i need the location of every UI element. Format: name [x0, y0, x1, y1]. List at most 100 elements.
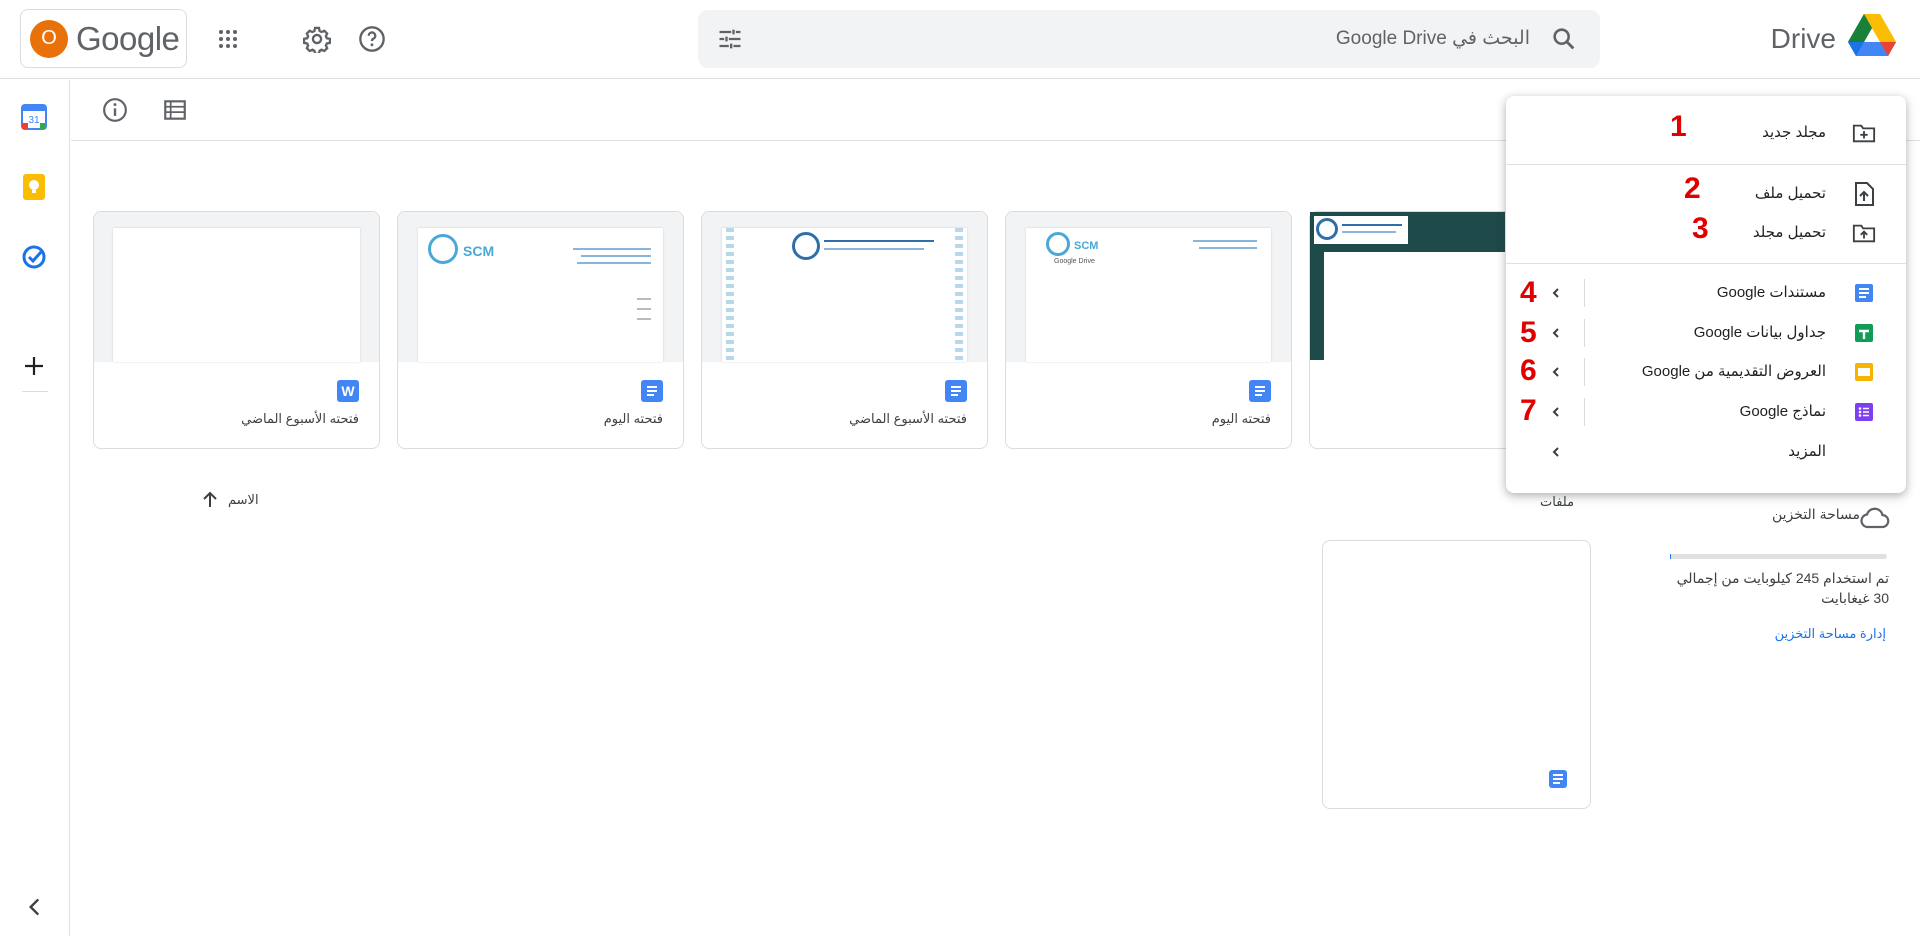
file-caption: فتحته اليوم — [603, 411, 663, 426]
chevron-left-icon[interactable] — [1546, 402, 1566, 422]
scm-logo-text: SCM — [1074, 240, 1099, 252]
logo-icon — [792, 232, 820, 260]
menu-item-label: العروض التقديمية من Google — [1641, 363, 1826, 380]
menu-item-label: تحميل مجلد — [1752, 224, 1826, 241]
doc-line — [637, 308, 651, 310]
sort-label: الاسم — [228, 492, 259, 507]
menu-item-google-docs[interactable]: مستندات Google — [1506, 273, 1906, 313]
google-slides-icon — [1852, 361, 1876, 383]
menu-item-google-sheets[interactable]: جداول بيانات Google — [1506, 313, 1906, 353]
annotation-number: 6 — [1520, 354, 1537, 387]
menu-item-new-folder[interactable]: مجلد جديد — [1506, 113, 1906, 153]
account-switcher[interactable]: O Google — [20, 9, 187, 68]
menu-item-label: مجلد جديد — [1762, 124, 1826, 141]
logo-icon — [1316, 218, 1338, 240]
preview-inner-slide — [1324, 252, 1505, 360]
doc-line — [637, 298, 651, 300]
keep-icon[interactable] — [20, 173, 48, 201]
info-icon[interactable] — [101, 96, 129, 124]
file-caption: فتحته الأسبوع الماضي — [241, 411, 359, 426]
top-header: O Google البحث في Google Drive Drive — [0, 0, 1920, 79]
search-input[interactable] — [830, 24, 1530, 54]
preview-badge — [1314, 216, 1408, 244]
scm-logo-icon — [428, 234, 458, 264]
file-card[interactable]: SCM فتحته اليوم — [397, 211, 684, 449]
docs-file-icon — [1249, 380, 1271, 402]
menu-item-label: مستندات Google — [1716, 284, 1826, 301]
doc-line — [824, 240, 934, 242]
drive-title: Drive — [1770, 22, 1836, 54]
arrow-up-icon — [203, 491, 217, 507]
storage-usage-bar — [1670, 554, 1887, 559]
annotation-number: 4 — [1520, 276, 1537, 309]
menu-item-divider — [1584, 398, 1585, 426]
scm-logo-icon — [1046, 232, 1070, 256]
menu-item-more[interactable]: المزيد — [1506, 432, 1906, 472]
calendar-icon[interactable]: 31 — [20, 103, 48, 131]
menu-item-label: نماذج Google — [1739, 403, 1826, 420]
annotation-number: 7 — [1520, 394, 1537, 427]
storage-title[interactable]: مساحة التخزين — [1772, 506, 1860, 523]
thumb-caption: Google Drive — [1054, 258, 1095, 265]
file-card[interactable]: فتحته الأسبوع الماضي — [701, 211, 988, 449]
doc-page-preview: SCM Google Drive — [1026, 228, 1271, 362]
gear-icon[interactable] — [299, 21, 335, 57]
annotation-number: 2 — [1684, 172, 1701, 205]
file-caption: فتحته الأسبوع الماضي — [849, 411, 967, 426]
rail-divider — [22, 391, 48, 392]
chevron-left-icon[interactable] — [1546, 323, 1566, 343]
chevron-left-icon[interactable] — [1546, 362, 1566, 382]
file-thumbnail[interactable]: SCM Google Drive — [1006, 212, 1291, 362]
menu-item-label: جداول بيانات Google — [1693, 324, 1826, 341]
doc-line — [1199, 247, 1257, 249]
chevron-left-icon[interactable] — [1546, 442, 1566, 462]
annotation-number: 1 — [1670, 110, 1687, 143]
doc-line — [1342, 224, 1402, 226]
tune-icon[interactable] — [716, 25, 744, 58]
tasks-icon[interactable] — [20, 243, 48, 271]
menu-item-label: تحميل ملف — [1754, 185, 1826, 202]
menu-item-divider — [1584, 319, 1585, 347]
svg-text:31: 31 — [28, 115, 40, 126]
upload-file-icon — [1852, 182, 1876, 206]
doc-page-preview — [722, 228, 967, 362]
avatar[interactable]: O — [30, 19, 68, 58]
apps-grid-icon[interactable] — [210, 21, 246, 57]
file-card[interactable]: W فتحته الأسبوع الماضي — [93, 211, 380, 449]
list-view-icon[interactable] — [161, 96, 189, 124]
drive-page: O Google البحث في Google Drive Drive 31 … — [0, 0, 1920, 936]
chevron-left-icon[interactable] — [1546, 283, 1566, 303]
menu-item-divider — [1584, 279, 1585, 307]
search-bar[interactable] — [698, 10, 1600, 68]
annotation-number: 3 — [1692, 212, 1709, 245]
doc-page-preview: SCM — [418, 228, 663, 362]
file-thumbnail[interactable] — [702, 212, 987, 362]
file-card-large[interactable] — [1322, 540, 1591, 809]
new-item-menu: مجلد جديد تحميل ملف تحميل مجلد مستندات G… — [1506, 96, 1906, 493]
manage-storage-link[interactable]: إدارة مساحة التخزين — [1775, 626, 1886, 642]
doc-line — [824, 248, 924, 250]
collapse-panel-icon[interactable] — [22, 894, 48, 925]
menu-divider — [1506, 164, 1906, 165]
cloud-icon — [1858, 506, 1890, 535]
menu-item-google-slides[interactable]: العروض التقديمية من Google — [1506, 352, 1906, 392]
menu-item-google-forms[interactable]: نماذج Google — [1506, 392, 1906, 432]
add-app-icon[interactable] — [20, 352, 48, 380]
border-pattern — [726, 228, 734, 362]
word-file-icon: W — [337, 380, 359, 402]
file-thumbnail[interactable]: SCM — [398, 212, 683, 362]
help-icon[interactable] — [354, 21, 390, 57]
file-thumbnail[interactable] — [94, 212, 379, 362]
menu-item-divider — [1584, 358, 1585, 386]
google-forms-icon — [1852, 401, 1876, 423]
menu-divider — [1506, 263, 1906, 264]
sort-by-name-button[interactable]: الاسم — [200, 490, 259, 510]
slides-preview-thumbnail[interactable] — [1310, 212, 1505, 360]
search-icon[interactable] — [1550, 25, 1578, 58]
file-card[interactable]: SCM Google Drive فتحته اليوم — [1005, 211, 1292, 449]
docs-file-icon — [945, 380, 967, 402]
annotation-number: 5 — [1520, 316, 1537, 349]
border-pattern — [955, 228, 963, 362]
menu-item-upload-file[interactable]: تحميل ملف — [1506, 174, 1906, 214]
drive-brand[interactable]: Drive — [1771, 14, 1896, 63]
